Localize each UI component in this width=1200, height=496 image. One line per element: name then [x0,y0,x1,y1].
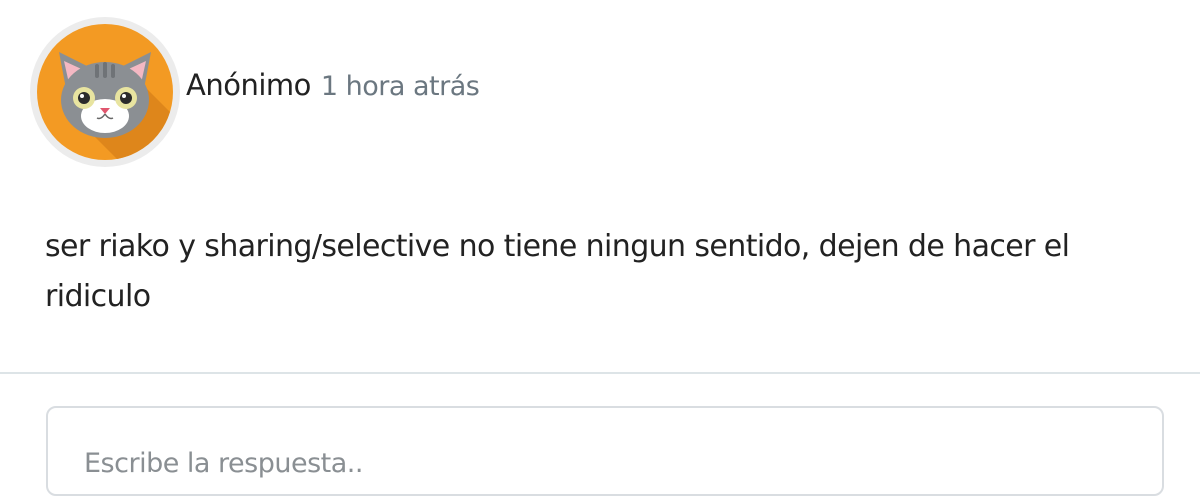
author-name: Anónimo [186,68,311,102]
comment-card: Anónimo 1 hora atrás ser riako y sharing… [0,0,1200,372]
comment-text: ser riako y sharing/selective no tiene n… [45,229,1070,314]
avatar[interactable] [30,17,180,167]
cat-avatar-icon [37,24,173,160]
divider [0,372,1200,374]
post-timestamp: 1 hora atrás [320,71,480,102]
comment-meta: Anónimo 1 hora atrás [186,68,480,102]
reply-input[interactable] [46,406,1164,496]
